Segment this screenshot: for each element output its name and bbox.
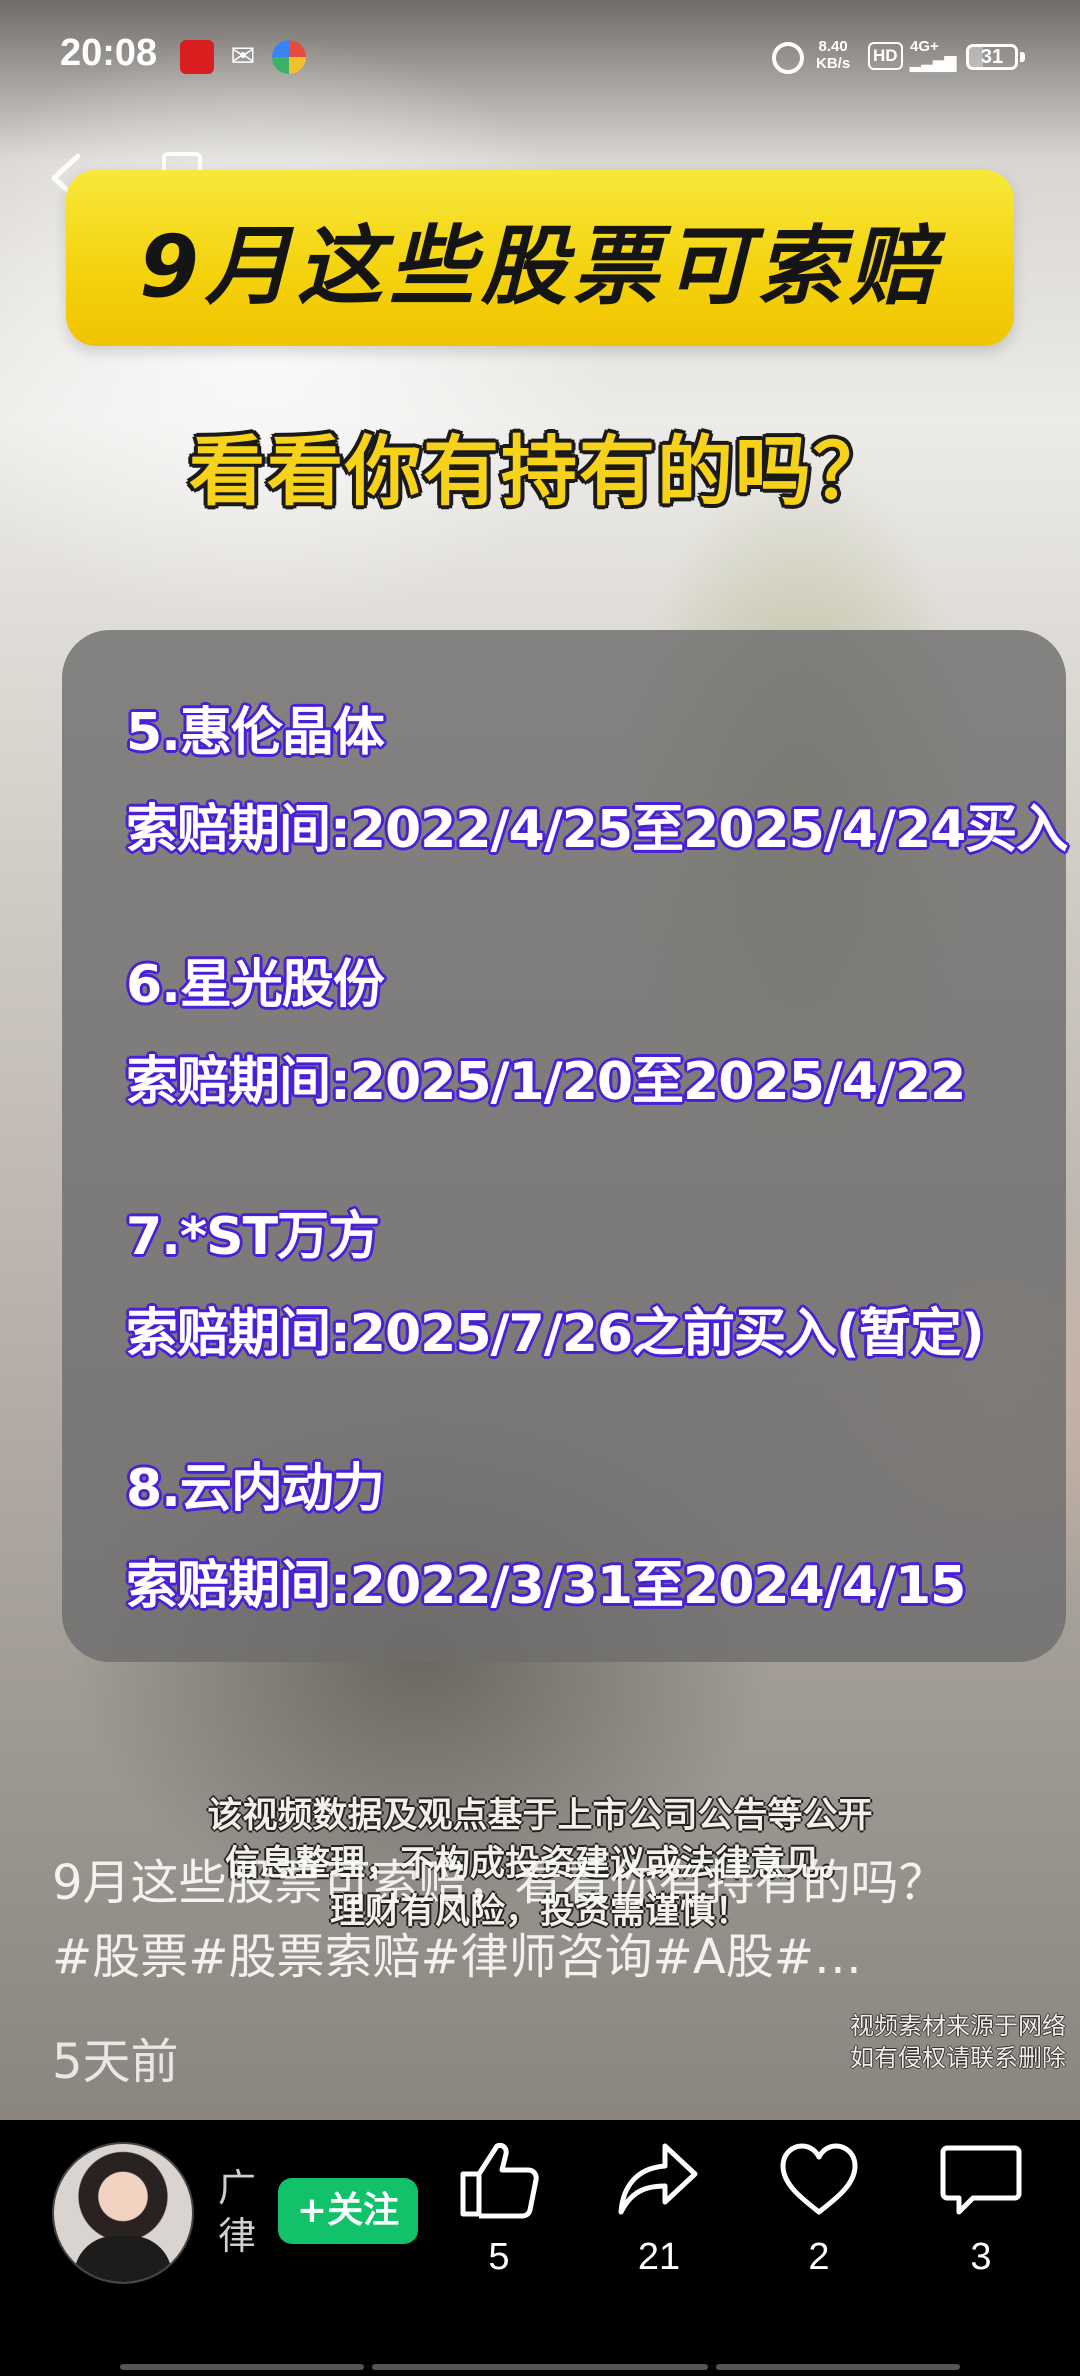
author-avatar[interactable]	[52, 2142, 194, 2284]
caption-title: 9月这些股票可索赔，看看你有持有的吗？	[52, 1855, 947, 1911]
share-count: 21	[637, 2236, 681, 2278]
wechat-notification-icon: ✉	[230, 39, 256, 74]
stock-name: 6.星光股份	[126, 955, 385, 1015]
battery-level: 31	[980, 46, 1004, 68]
post-caption[interactable]: 9月这些股票可索赔，看看你有持有的吗？ #股票#股票索赔#律师咨询#A股#…	[52, 1846, 1042, 1994]
favorite-count: 2	[808, 2236, 830, 2278]
stock-entry: 6.星光股份 索赔期间:2025/1/20至2025/4/22	[126, 942, 966, 1114]
source-line: 如有侵权请联系删除	[850, 2044, 1066, 2072]
claim-period: 索赔期间:2022/4/25至2025/4/24买入	[126, 800, 1068, 860]
signal-bars-icon: ▂▃▅▇	[910, 55, 957, 72]
author-name-line: 律	[218, 2214, 257, 2258]
signal-indicator: 4G+ ▂▃▅▇	[910, 38, 956, 72]
battery-tip	[1020, 52, 1025, 62]
stock-entry: 8.云内动力 索赔期间:2022/3/31至2024/4/15	[126, 1446, 966, 1618]
net-speed-value: 8.40	[818, 38, 848, 55]
battery-icon: 31	[966, 44, 1018, 70]
status-bar: 20:08 ✉ 8.40 KB/s HD 4G+ ▂▃▅▇ 31	[0, 0, 1080, 120]
claim-period: 索赔期间:2025/7/26之前买入(暂定)	[126, 1304, 985, 1364]
heart-icon	[780, 2143, 858, 2215]
net-speed: 8.40 KB/s	[816, 38, 850, 72]
network-type: 4G+	[910, 38, 939, 55]
comment-button[interactable]: 3	[926, 2140, 1036, 2279]
share-button[interactable]: 21	[604, 2140, 714, 2279]
stock-name: 7.*ST万方	[126, 1207, 380, 1267]
net-speed-unit: KB/s	[816, 55, 851, 72]
stock-entry: 7.*ST万方 索赔期间:2025/7/26之前买入(暂定)	[126, 1194, 985, 1366]
claim-period: 索赔期间:2022/3/31至2024/4/15	[126, 1556, 966, 1616]
colorful-app-notification-icon	[272, 40, 306, 74]
comment-count: 3	[970, 2236, 992, 2278]
banner-title: 9月这些股票可索赔	[139, 216, 941, 317]
disclaimer-line: 该视频数据及观点基于上市公司公告等公开	[207, 1795, 873, 1836]
post-age: 5天前	[52, 2034, 179, 2090]
follow-button[interactable]: +关注	[278, 2178, 418, 2244]
comment-bubble-icon	[940, 2145, 1022, 2215]
source-line: 视频素材来源于网络	[850, 2012, 1066, 2040]
author-name-line: 广	[218, 2166, 257, 2210]
video-subtitle: 看看你有持有的吗？	[189, 427, 891, 516]
thumbs-up-icon	[460, 2143, 539, 2219]
author-name[interactable]: 广 律	[218, 2164, 268, 2260]
stock-name: 8.云内动力	[126, 1459, 385, 1519]
progress-segment	[120, 2364, 364, 2370]
like-count: 5	[488, 2236, 510, 2278]
avatar-figure	[74, 2236, 172, 2282]
like-button[interactable]: 5	[444, 2140, 554, 2279]
alarm-icon	[772, 42, 804, 74]
share-arrow-icon	[618, 2143, 698, 2215]
progress-segment	[716, 2364, 960, 2370]
favorite-button[interactable]: 2	[764, 2140, 874, 2279]
caption-hashtags[interactable]: #股票#股票索赔#律师咨询#A股#…	[52, 1920, 1042, 1994]
progress-segment	[372, 2364, 708, 2370]
claim-period: 索赔期间:2025/1/20至2025/4/22	[126, 1052, 966, 1112]
source-notice: 视频素材来源于网络 如有侵权请联系删除	[850, 2010, 1066, 2074]
hd-badge: HD	[868, 42, 903, 70]
stock-list-card: 5.惠伦晶体 索赔期间:2022/4/25至2025/4/24买入 6.星光股份…	[62, 630, 1068, 1662]
title-banner: 9月这些股票可索赔	[66, 170, 1014, 346]
stock-name: 5.惠伦晶体	[126, 703, 385, 763]
study-app-notification-icon	[180, 40, 214, 74]
status-time: 20:08	[60, 32, 158, 74]
stock-entry: 5.惠伦晶体 索赔期间:2022/4/25至2025/4/24买入	[126, 690, 1068, 862]
